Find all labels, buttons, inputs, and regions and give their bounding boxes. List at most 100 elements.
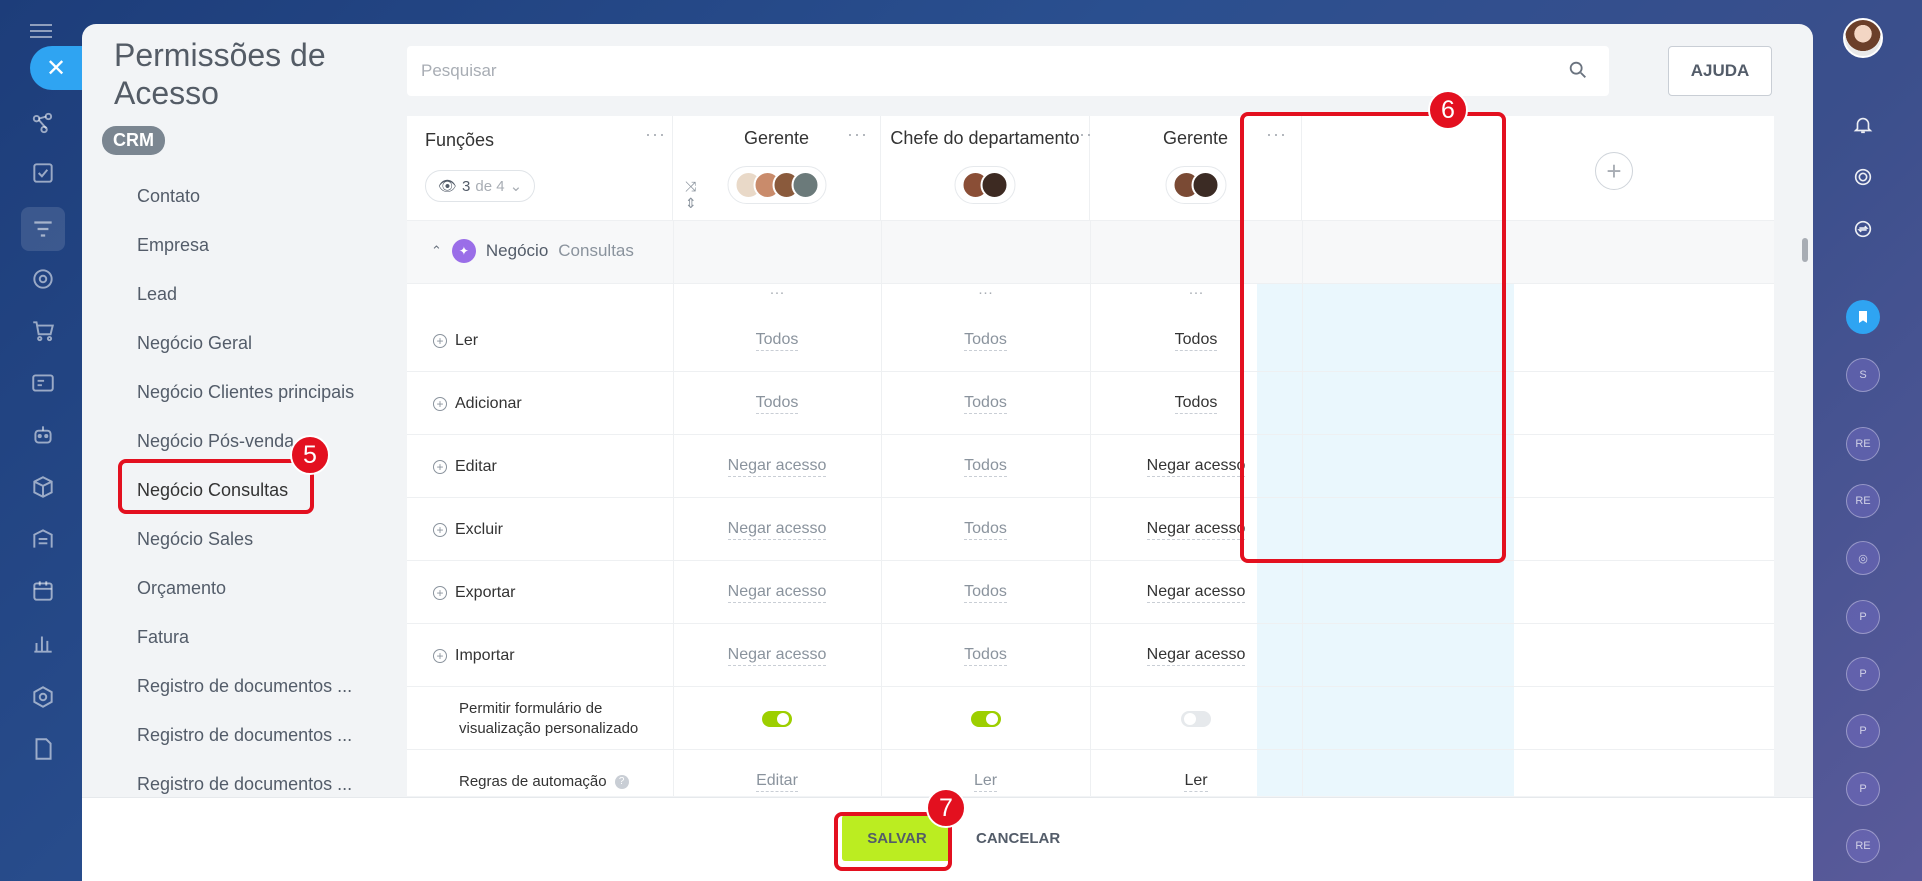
chat-avatar[interactable]: RE: [1846, 427, 1880, 461]
plus-icon[interactable]: +: [433, 396, 447, 411]
permission-cell[interactable]: Todos: [881, 435, 1090, 498]
step-6-marker: 6: [1428, 90, 1468, 130]
chat-avatar[interactable]: P: [1846, 600, 1880, 634]
chat-avatar[interactable]: P: [1846, 772, 1880, 806]
permission-label[interactable]: + Adicionar: [433, 372, 522, 435]
permission-label[interactable]: + Editar: [433, 435, 497, 498]
chevron-up-icon[interactable]: ⌃: [431, 243, 442, 259]
chat-avatar[interactable]: P: [1846, 657, 1880, 691]
cell-value: Negar acesso: [727, 646, 827, 666]
more-icon[interactable]: ···: [673, 284, 881, 309]
role-members[interactable]: [954, 166, 1016, 204]
role-members[interactable]: [1165, 166, 1226, 204]
divider: [673, 220, 674, 796]
nav-item-orcamento[interactable]: Orçamento: [82, 564, 392, 613]
plus-icon[interactable]: +: [433, 648, 447, 663]
nav-item-contato[interactable]: Contato: [82, 172, 392, 221]
scrollbar[interactable]: [1802, 238, 1808, 262]
cart-icon[interactable]: [26, 314, 60, 348]
permission-cell[interactable]: Negar acesso: [1090, 561, 1302, 624]
nav-item-fatura[interactable]: Fatura: [82, 613, 392, 662]
search-icon[interactable]: [1567, 59, 1589, 86]
permission-cell[interactable]: Negar acesso: [673, 624, 881, 687]
cell-value: Todos: [964, 457, 1007, 477]
permission-cell[interactable]: Ler: [881, 750, 1090, 796]
toggle-switch[interactable]: [970, 710, 1001, 727]
toggle-cell[interactable]: [1090, 687, 1302, 750]
calendar-icon[interactable]: [26, 574, 60, 608]
bell-icon[interactable]: [1846, 108, 1880, 142]
crm-icon[interactable]: [26, 106, 60, 140]
permission-cell[interactable]: Negar acesso: [673, 498, 881, 561]
label-text: Excluir: [455, 520, 504, 538]
building-icon[interactable]: [26, 522, 60, 556]
permission-cell[interactable]: Editar: [673, 750, 881, 796]
cancel-button[interactable]: CANCELAR: [964, 815, 1072, 861]
permission-label[interactable]: + Excluir: [433, 498, 503, 561]
chat-avatar[interactable]: RE: [1846, 829, 1880, 863]
target-icon[interactable]: [1846, 160, 1880, 194]
nav-item-empresa[interactable]: Empresa: [82, 221, 392, 270]
permission-cell[interactable]: Todos: [881, 624, 1090, 687]
chat-avatar[interactable]: P: [1846, 714, 1880, 748]
permission-cell[interactable]: Todos: [673, 309, 881, 372]
more-icon[interactable]: ···: [847, 124, 868, 145]
cell-value: Negar acesso: [1146, 583, 1246, 603]
toggle-switch[interactable]: [762, 710, 792, 727]
role-members[interactable]: [727, 166, 826, 204]
permission-cell[interactable]: Todos: [673, 372, 881, 435]
more-icon[interactable]: ···: [645, 124, 666, 145]
permission-cell[interactable]: Todos: [881, 561, 1090, 624]
permission-cell[interactable]: Todos: [881, 309, 1090, 372]
more-icon[interactable]: ···: [881, 284, 1090, 309]
target-chat-icon[interactable]: ◎: [1846, 541, 1880, 575]
cell-value: Negar acesso: [727, 520, 827, 540]
cell-value: Todos: [755, 394, 799, 414]
plus-icon[interactable]: +: [433, 585, 447, 600]
permission-cell[interactable]: Todos: [881, 372, 1090, 435]
tasks-icon[interactable]: [26, 156, 60, 190]
nav-item-negocio-sales[interactable]: Negócio Sales: [82, 515, 392, 564]
permission-cell[interactable]: Ler: [1090, 750, 1302, 796]
toggle-cell[interactable]: [673, 687, 881, 750]
settings-hex-icon[interactable]: [26, 680, 60, 714]
bookmark-icon[interactable]: [1846, 300, 1880, 334]
role-view-selector[interactable]: 👁 3 de 4 ⌄: [425, 170, 536, 202]
permission-cell[interactable]: Todos: [881, 498, 1090, 561]
analytics-icon[interactable]: [26, 626, 60, 660]
cell-value: Negar acesso: [1146, 457, 1246, 477]
plus-icon[interactable]: +: [433, 333, 447, 348]
permission-label[interactable]: + Ler: [433, 309, 478, 372]
permission-cell[interactable]: Negar acesso: [673, 561, 881, 624]
chat-avatar[interactable]: S: [1846, 358, 1880, 392]
target-icon[interactable]: [26, 262, 60, 296]
nav-item-negocio-geral[interactable]: Negócio Geral: [82, 319, 392, 368]
plus-icon[interactable]: +: [433, 459, 447, 474]
toggle-switch[interactable]: [1181, 710, 1211, 727]
help-icon[interactable]: ?: [614, 774, 629, 789]
permission-label[interactable]: + Importar: [433, 624, 515, 687]
permission-label[interactable]: + Exportar: [433, 561, 515, 624]
sync-icon[interactable]: [1846, 212, 1880, 246]
help-button[interactable]: AJUDA: [1668, 46, 1772, 96]
add-role-button[interactable]: +: [1595, 152, 1633, 190]
chat-avatar[interactable]: RE: [1846, 484, 1880, 518]
contact-card-icon[interactable]: [26, 366, 60, 400]
menu-icon[interactable]: [30, 24, 52, 38]
document-icon[interactable]: [26, 732, 60, 766]
nav-item-registro-documentos-2[interactable]: Registro de documentos ...: [82, 711, 392, 760]
close-slider-button[interactable]: ✕: [30, 46, 82, 90]
nav-item-lead[interactable]: Lead: [82, 270, 392, 319]
robot-icon[interactable]: [26, 418, 60, 452]
permission-cell[interactable]: Negar acesso: [673, 435, 881, 498]
funnel-icon[interactable]: [21, 207, 65, 251]
permission-cell[interactable]: Negar acesso: [1090, 624, 1302, 687]
box-icon[interactable]: [26, 470, 60, 504]
toggle-cell[interactable]: [881, 687, 1090, 750]
search-input[interactable]: Pesquisar: [407, 46, 1609, 96]
nav-item-registro-documentos-1[interactable]: Registro de documentos ...: [82, 662, 392, 711]
label-text: Ler: [455, 331, 479, 349]
plus-icon[interactable]: +: [433, 522, 447, 537]
user-avatar[interactable]: [1843, 18, 1883, 58]
nav-item-negocio-clientes-principais[interactable]: Negócio Clientes principais: [82, 368, 392, 417]
